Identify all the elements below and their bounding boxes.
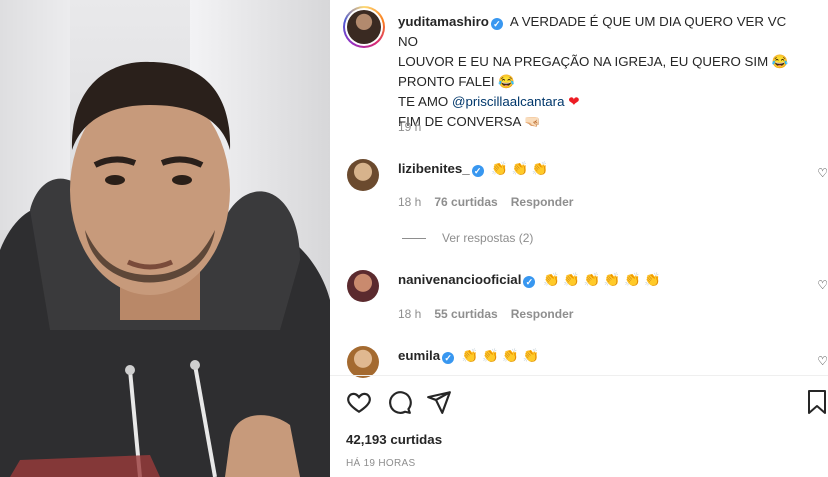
comment-2-likes[interactable]: 55 curtidas xyxy=(434,307,497,321)
verified-badge-icon: ✓ xyxy=(442,352,455,364)
comment-3-heart-icon[interactable]: ♡ xyxy=(817,354,828,368)
comment-2-time: 18 h xyxy=(398,307,422,321)
comment-1-text: 👏 👏 👏 xyxy=(491,161,549,176)
bookmark-icon[interactable] xyxy=(806,389,828,415)
caption-line-5: FIM DE CONVERSA 🤜🏻 xyxy=(398,114,541,129)
comment-avatar-3[interactable] xyxy=(347,346,379,378)
red-heart-icon: ❤ xyxy=(568,94,580,109)
author-username[interactable]: yuditamashiro xyxy=(398,14,489,29)
comment-2-meta: 18 h 55 curtidas Responder xyxy=(398,307,586,321)
replies-dash xyxy=(402,237,426,239)
author-avatar[interactable] xyxy=(343,6,385,48)
mention-link[interactable]: @priscillaalcantara xyxy=(452,94,565,109)
action-bar xyxy=(346,389,452,415)
comment-1-meta: 18 h 76 curtidas Responder xyxy=(398,195,586,209)
view-replies[interactable]: Ver respostas (2) xyxy=(402,231,533,245)
comment-icon[interactable] xyxy=(386,389,412,415)
post-video[interactable] xyxy=(0,0,330,477)
likes-count[interactable]: 42,193 curtidas xyxy=(346,432,442,447)
caption-timestamp: 19 h xyxy=(398,120,422,134)
comment-avatar-1[interactable] xyxy=(347,159,379,191)
caption-line-4: TE AMO @priscillaalcantara ❤ xyxy=(398,94,580,109)
actions-divider xyxy=(330,375,828,376)
caption-line-3: PRONTO FALEI 😂 xyxy=(398,74,515,89)
verified-badge-icon: ✓ xyxy=(471,165,484,177)
share-icon[interactable] xyxy=(426,389,452,415)
post-panel: yuditamashiro ✓ A VERDADE É QUE UM DIA QU… xyxy=(330,0,828,477)
comment-3: eumila ✓ 👏 👏 👏 👏 xyxy=(398,348,539,364)
comment-avatar-2[interactable] xyxy=(347,270,379,302)
comment-2-username[interactable]: nanivenanciooficial xyxy=(398,272,521,287)
verified-badge-icon: ✓ xyxy=(490,18,503,30)
comment-1: lizibenites_ ✓ 👏 👏 👏 xyxy=(398,161,548,177)
comment-1-reply[interactable]: Responder xyxy=(511,195,574,209)
heart-icon[interactable] xyxy=(346,389,372,415)
comment-2-reply[interactable]: Responder xyxy=(511,307,574,321)
person-illustration xyxy=(0,61,330,477)
view-replies-label[interactable]: Ver respostas (2) xyxy=(442,231,533,245)
caption-line-2: LOUVOR E EU NA PREGAÇÃO NA IGREJA, EU QU… xyxy=(398,54,789,69)
comment-1-time: 18 h xyxy=(398,195,422,209)
comment-1-username[interactable]: lizibenites_ xyxy=(398,161,470,176)
comment-1-heart-icon[interactable]: ♡ xyxy=(817,166,828,180)
comment-1-likes[interactable]: 76 curtidas xyxy=(434,195,497,209)
comment-2: nanivenanciooficial ✓ 👏 👏 👏 👏 👏 👏 xyxy=(398,272,661,288)
post-caption: yuditamashiro ✓ A VERDADE É QUE UM DIA QU… xyxy=(398,12,808,132)
posted-time: HÁ 19 HORAS xyxy=(346,458,416,469)
comment-3-username[interactable]: eumila xyxy=(398,348,440,363)
comment-3-text: 👏 👏 👏 👏 xyxy=(461,348,540,363)
comment-2-text: 👏 👏 👏 👏 👏 👏 xyxy=(543,272,661,287)
comment-2-heart-icon[interactable]: ♡ xyxy=(817,278,828,292)
verified-badge-icon: ✓ xyxy=(523,276,536,288)
